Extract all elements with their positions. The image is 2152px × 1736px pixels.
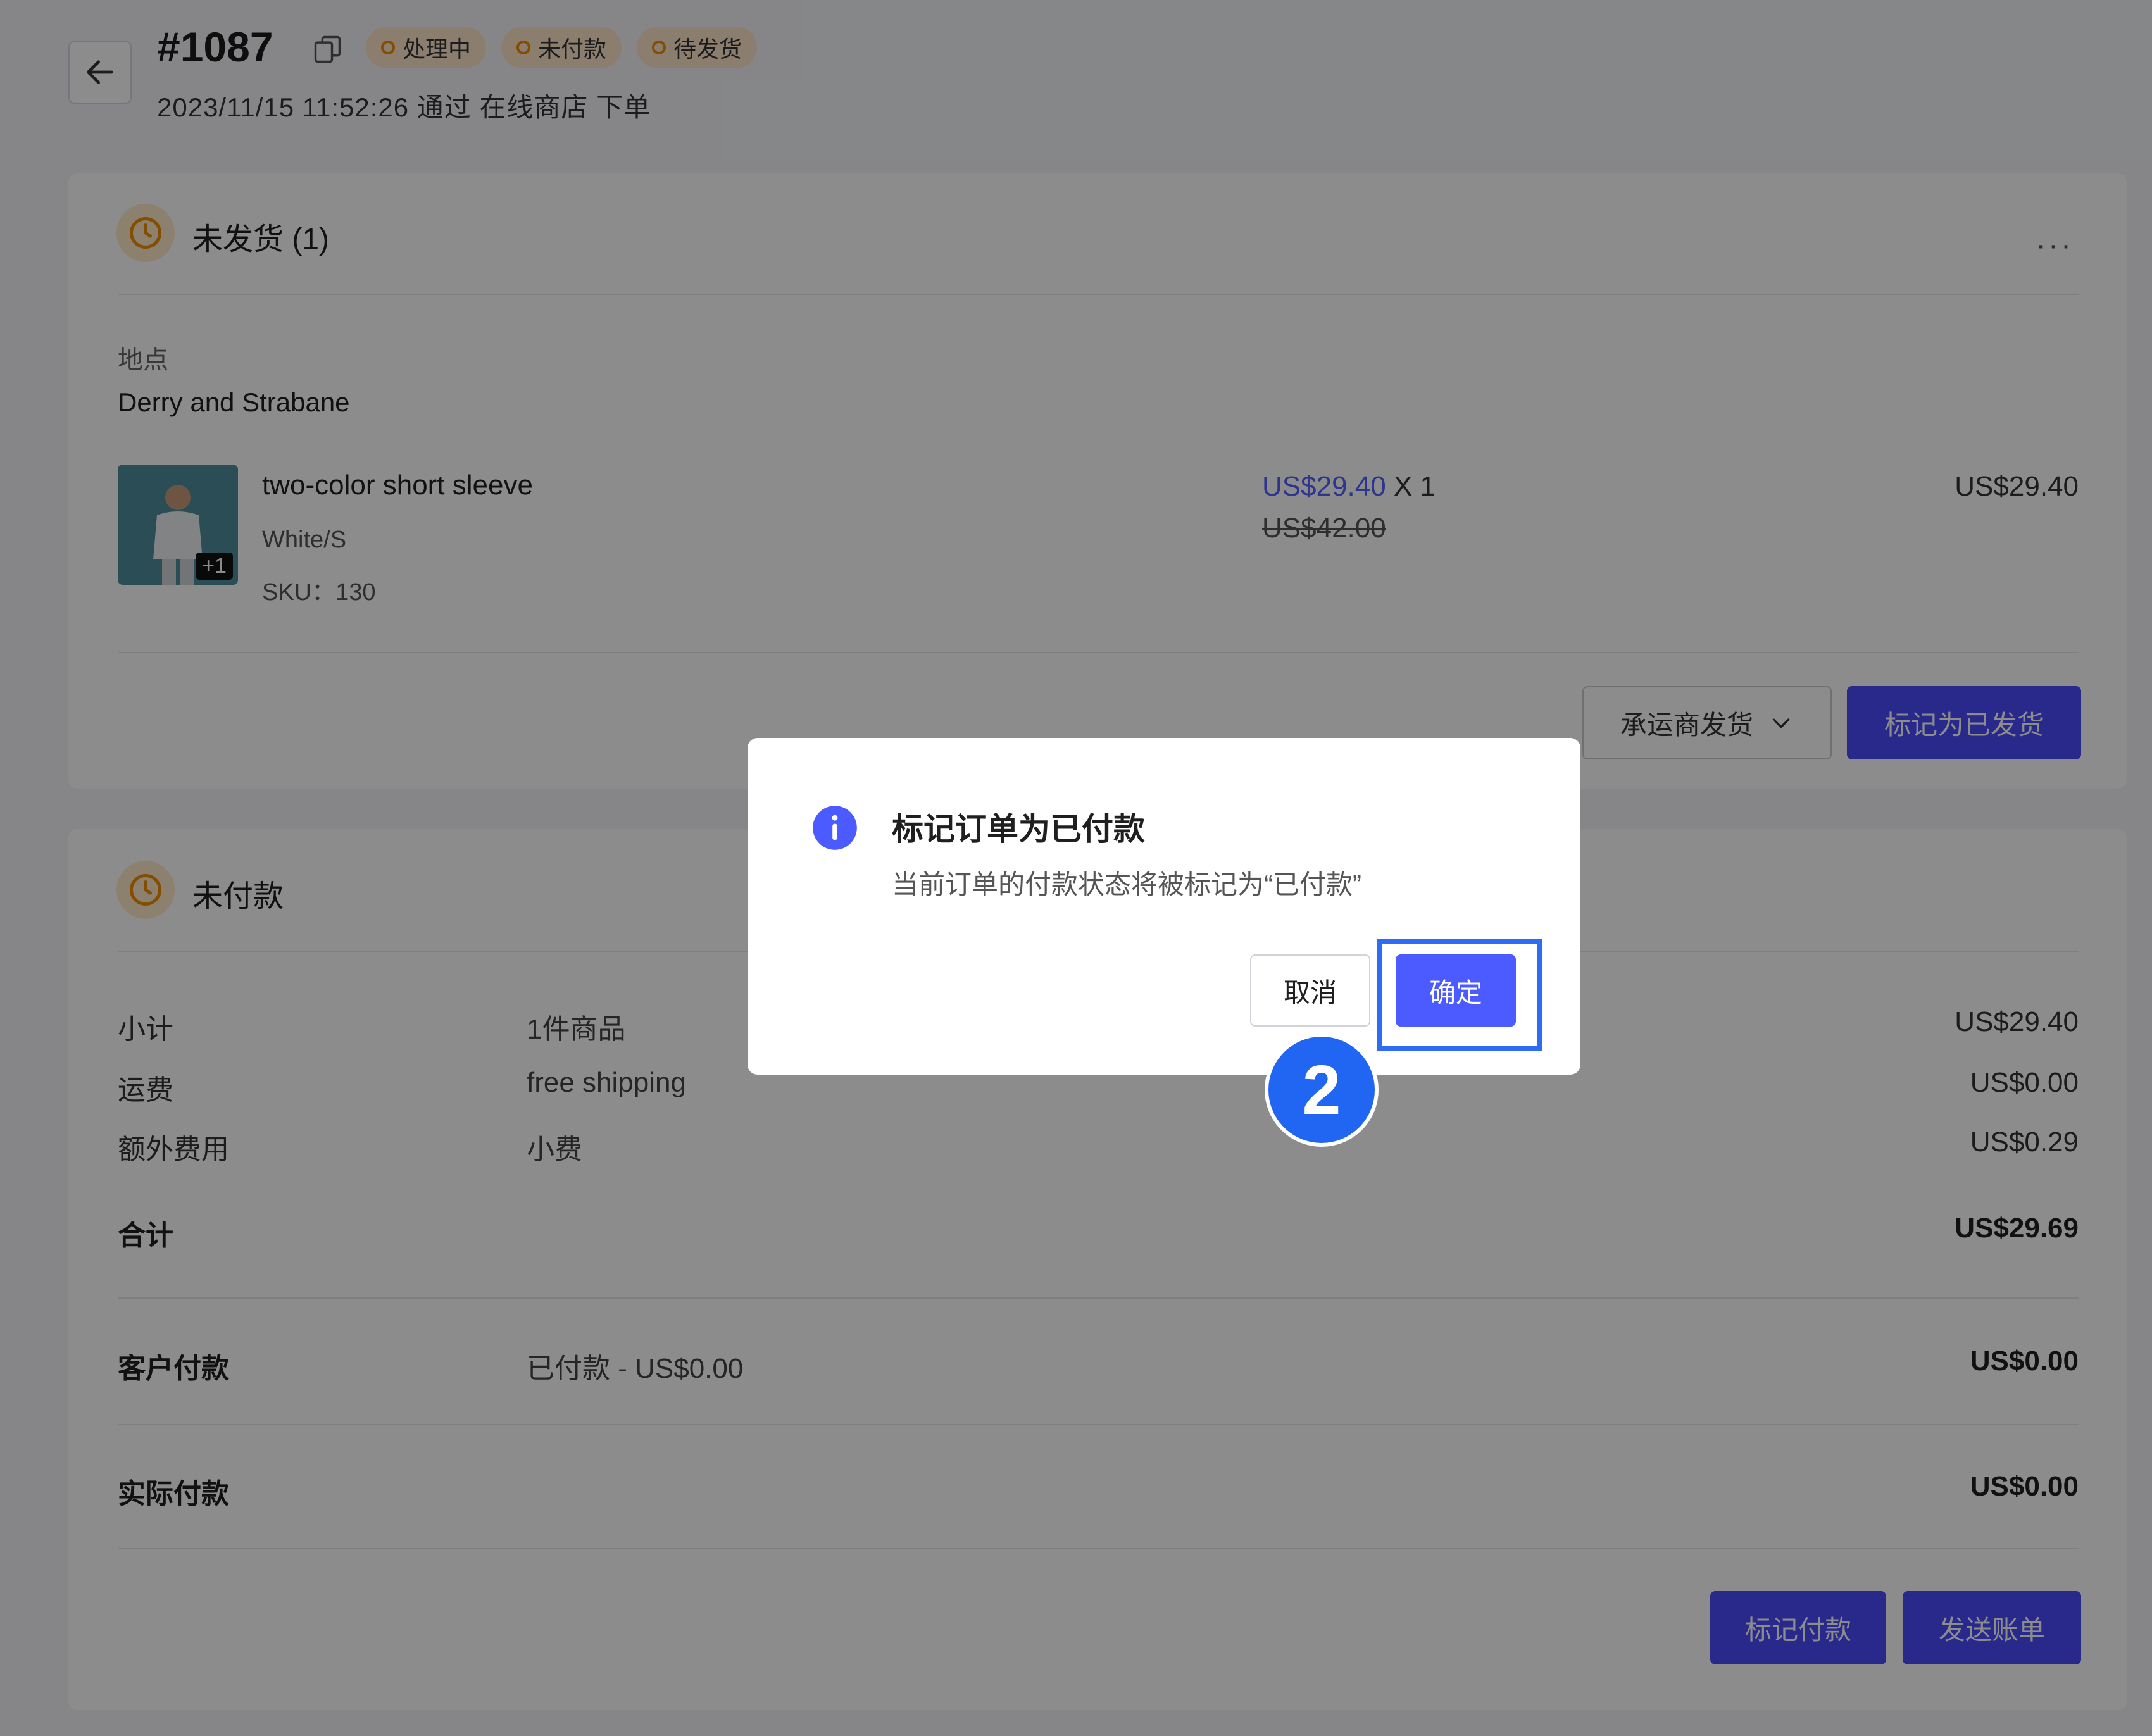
cancel-button[interactable]: 取消 <box>1250 954 1370 1027</box>
step-number-badge: 2 <box>1265 1033 1379 1147</box>
order-detail-page: #1087 处理中 未付款 待发货 2023/11/15 11:52:26 通过… <box>0 0 2152 1736</box>
dialog-description: 当前订单的付款状态将被标记为“已付款” <box>892 870 1361 899</box>
dialog-title: 标记订单为已付款 <box>892 811 1145 847</box>
highlight-frame <box>1377 939 1542 1051</box>
info-icon <box>813 806 857 850</box>
